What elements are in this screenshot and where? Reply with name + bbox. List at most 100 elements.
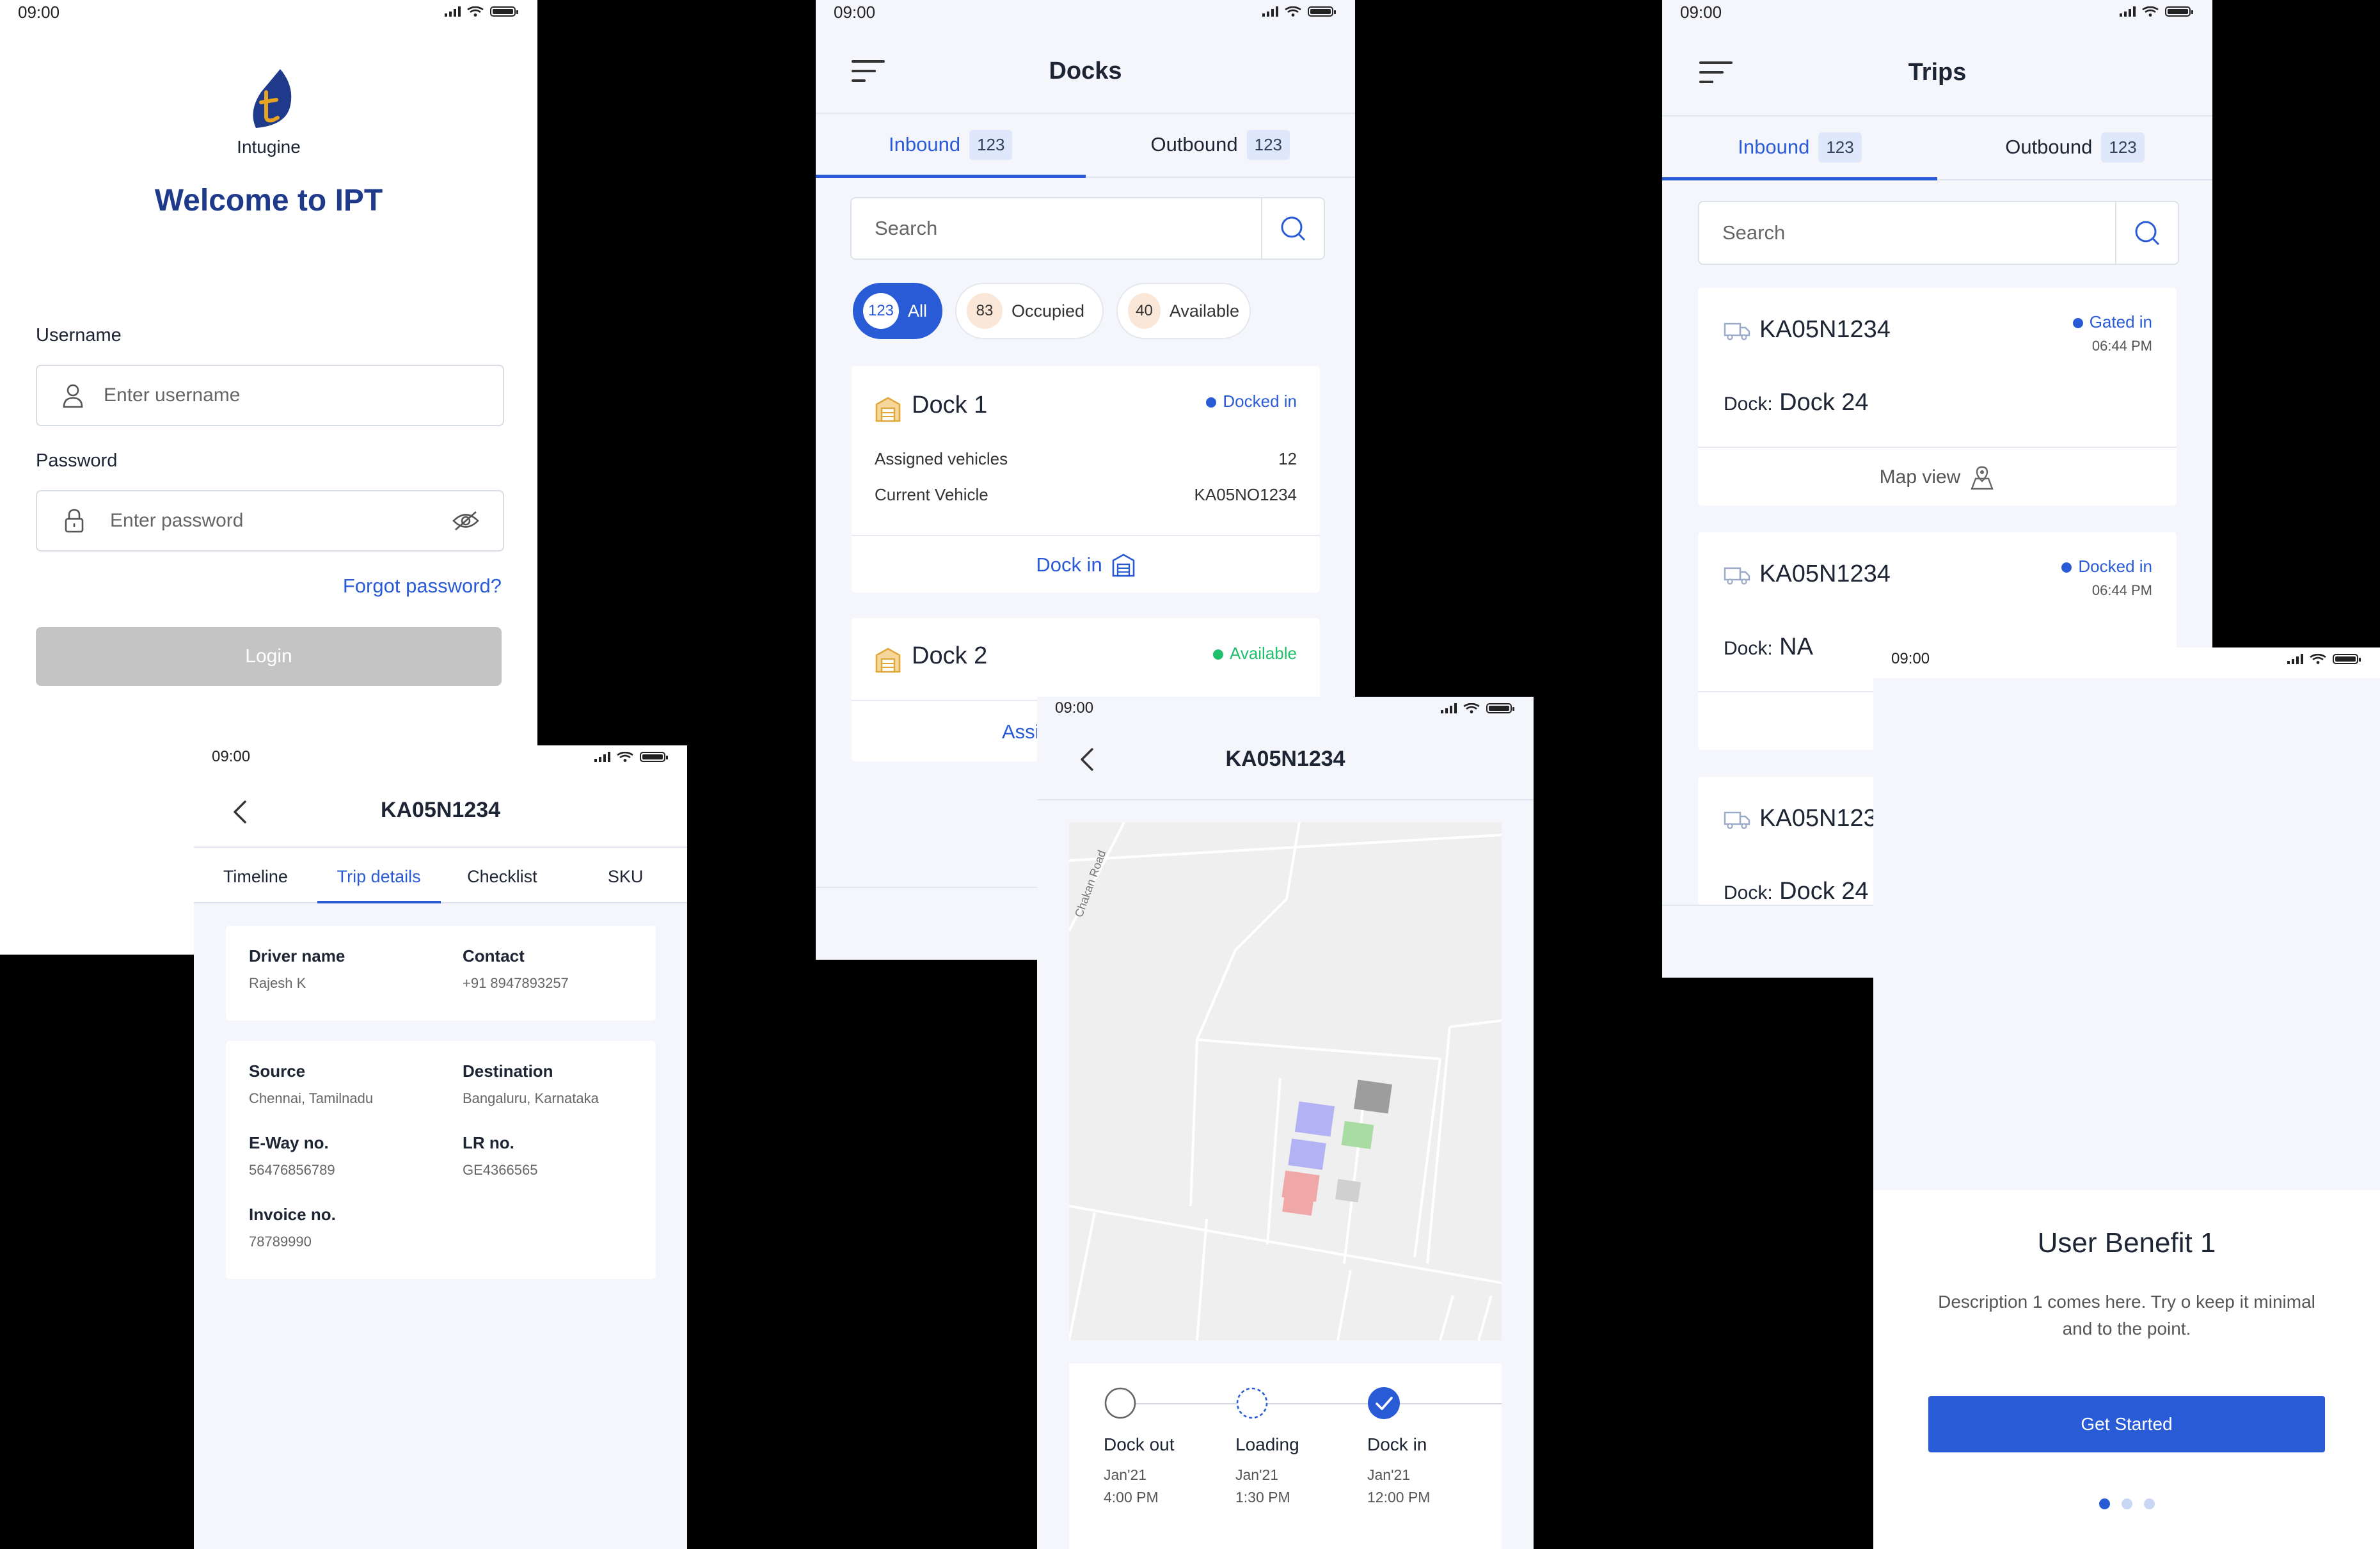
vehicle-marker[interactable] xyxy=(1294,1101,1335,1137)
dock-value: Dock 24 xyxy=(1779,389,1869,416)
username-input[interactable] xyxy=(102,384,503,407)
step-empty-icon xyxy=(1104,1387,1136,1419)
info-value: 12 xyxy=(1278,449,1297,468)
vehicle-number: KA05N123 xyxy=(1759,805,1877,832)
status-time: 09:00 xyxy=(212,748,251,765)
dock-in-button[interactable]: Dock in xyxy=(852,535,1320,594)
trips-header: Trips xyxy=(1662,31,2212,116)
invoice-label: Invoice no. xyxy=(249,1205,336,1224)
vehicle-marker[interactable] xyxy=(1341,1120,1374,1150)
contact-label: Contact xyxy=(463,946,525,965)
signal-icon xyxy=(594,752,610,762)
source-label: Source xyxy=(249,1061,306,1081)
status-time: 09:00 xyxy=(834,3,876,22)
status-dot xyxy=(2072,318,2083,329)
username-field[interactable] xyxy=(36,365,504,426)
trip-detail-tabs: Timeline Trip details Checklist SKU xyxy=(194,848,687,903)
tab-timeline[interactable]: Timeline xyxy=(194,848,317,902)
dock-card[interactable]: Dock 1 Docked in Assigned vehicles 12 Cu… xyxy=(852,366,1320,592)
tab-sku[interactable]: SKU xyxy=(564,848,687,902)
signal-icon xyxy=(1441,703,1457,713)
filter-label: All xyxy=(908,301,928,321)
contact-block: Contact +91 8947893257 xyxy=(463,946,569,992)
warehouse-icon xyxy=(875,397,901,422)
status-text: Gated in xyxy=(2089,312,2152,331)
status-time: 09:00 xyxy=(1891,650,1930,667)
truck-icon xyxy=(1724,567,1750,585)
driver-card: Driver name Rajesh K Contact +91 8947893… xyxy=(226,926,656,1021)
tab-count: 123 xyxy=(1818,132,1862,163)
info-label: Current Vehicle xyxy=(875,485,988,504)
eway-value: 56476856789 xyxy=(249,1162,335,1178)
lr-block: LR no. GE4366565 xyxy=(463,1133,537,1179)
tab-inbound[interactable]: Inbound 123 xyxy=(1662,115,1937,180)
forgot-password-link[interactable]: Forgot password? xyxy=(343,575,502,598)
tab-checklist[interactable]: Checklist xyxy=(441,848,564,902)
password-field[interactable] xyxy=(36,490,504,552)
vehicle-marker[interactable] xyxy=(1282,1192,1314,1216)
description-line: Description 1 comes here. Try o keep it … xyxy=(1938,1292,2315,1312)
status-icons xyxy=(2287,654,2361,664)
tab-inbound[interactable]: Inbound 123 xyxy=(816,113,1086,178)
dock-in-label: Dock in xyxy=(1036,553,1102,576)
search-button[interactable] xyxy=(2115,202,2178,264)
contact-value[interactable]: +91 8947893257 xyxy=(463,975,569,992)
get-started-button[interactable]: Get Started xyxy=(1928,1396,2325,1452)
dock-info: Dock: Dock 24 xyxy=(1724,878,1869,905)
check-circle-icon xyxy=(1368,1387,1400,1419)
driver-name-label: Driver name xyxy=(249,946,345,965)
battery-icon xyxy=(490,6,518,17)
status-bar: 09:00 xyxy=(1037,697,1534,727)
filter-available[interactable]: 40 Available xyxy=(1116,283,1251,339)
step-time: 12:00 PM xyxy=(1367,1489,1431,1505)
login-button[interactable]: Login xyxy=(36,627,502,686)
status-text: Docked in xyxy=(2078,557,2152,576)
status-time: 06:44 PM xyxy=(2091,582,2152,598)
dock-in-icon xyxy=(1112,553,1134,577)
vehicle-number: KA05N1234 xyxy=(1759,316,1891,343)
search-input[interactable] xyxy=(1699,202,2115,264)
logo-text: Intugine xyxy=(237,137,301,157)
search-icon xyxy=(2135,221,2160,246)
page-title: Trips xyxy=(1908,59,1967,86)
page-title: KA05N1234 xyxy=(380,798,501,822)
tab-label: Inbound xyxy=(1738,136,1810,158)
dock-value: Dock 24 xyxy=(1779,878,1869,905)
dock-label: Dock: xyxy=(1724,882,1773,903)
page-dot-active[interactable] xyxy=(2098,1498,2110,1509)
search-button[interactable] xyxy=(1261,198,1324,258)
status-dot xyxy=(2061,562,2072,573)
yard-map[interactable]: Chakan Road xyxy=(1069,822,1502,1340)
eye-off-icon[interactable] xyxy=(452,510,480,532)
source-value: Chennai, Tamilnadu xyxy=(249,1090,374,1106)
trip-card[interactable]: KA05N1234 Gated in 06:44 PM Dock: Dock 2… xyxy=(1698,288,2177,505)
truck-icon xyxy=(1724,322,1750,340)
page-dot[interactable] xyxy=(2121,1498,2132,1509)
password-input[interactable] xyxy=(109,509,452,532)
page-dot[interactable] xyxy=(2143,1498,2155,1509)
map-header: KA05N1234 xyxy=(1037,727,1534,800)
source-block: Source Chennai, Tamilnadu xyxy=(249,1061,373,1107)
step-date: Jan'21 xyxy=(1104,1466,1147,1483)
search-input[interactable] xyxy=(852,198,1261,258)
description-line: and to the point. xyxy=(2062,1319,2191,1338)
filter-occupied[interactable]: 83 Occupied xyxy=(955,283,1104,339)
tab-outbound[interactable]: Outbound 123 xyxy=(1937,115,2212,179)
filter-all[interactable]: 123 All xyxy=(853,283,942,339)
vehicle-marker[interactable] xyxy=(1354,1079,1392,1114)
tab-outbound[interactable]: Outbound 123 xyxy=(1086,113,1356,177)
vehicle-marker[interactable] xyxy=(1288,1138,1326,1170)
page-title: Docks xyxy=(1049,58,1122,84)
step-label: Loading xyxy=(1235,1434,1299,1454)
destination-value: Bangaluru, Karnataka xyxy=(463,1090,599,1106)
status-badge: Docked in xyxy=(2061,557,2152,576)
dock-timeline: Dock out Jan'21 4:00 PM Loading Jan'21 1… xyxy=(1069,1363,1502,1549)
vehicle-marker[interactable] xyxy=(1335,1179,1361,1203)
status-time: 09:00 xyxy=(18,3,60,22)
status-text: Available xyxy=(1229,644,1297,663)
tab-trip-details[interactable]: Trip details xyxy=(317,848,441,903)
truck-icon xyxy=(1724,811,1750,829)
docks-header: Docks xyxy=(816,31,1355,114)
map-view-button[interactable]: Map view xyxy=(1698,447,2177,507)
trip-details-screen: 09:00 KA05N1234 Timeline Trip details Ch… xyxy=(194,745,687,1549)
